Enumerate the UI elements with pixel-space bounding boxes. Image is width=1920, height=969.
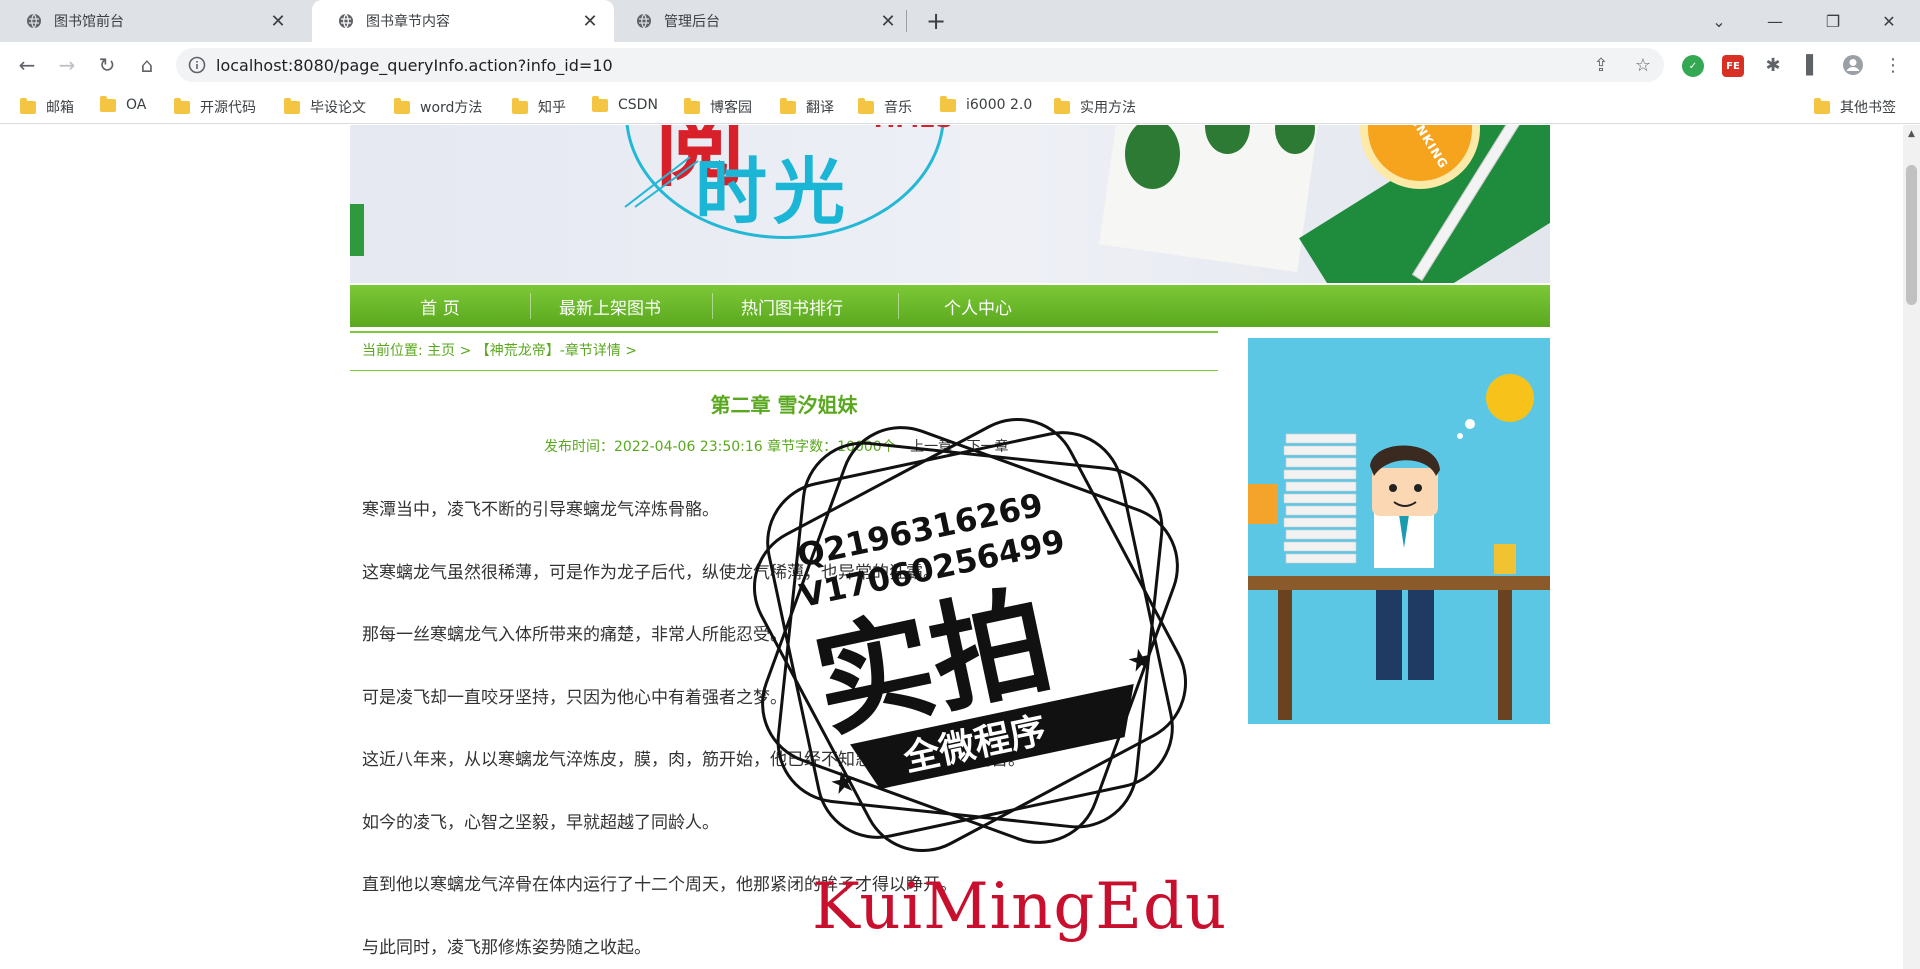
- content-paragraph: 直到他以寒螭龙气淬骨在体内运行了十二个周天，他那紧闭的眸子才得以睁开。: [362, 875, 957, 895]
- folder-icon: [592, 95, 608, 112]
- globe-icon: [27, 13, 41, 29]
- other-bookmarks[interactable]: 其他书签: [1814, 97, 1896, 117]
- content-paragraph: 这近八年来，从以寒螭龙气淬炼皮，膜，肉，筋开始，他已经不知忍受了多久这种痛苦。: [362, 750, 1025, 770]
- info-icon[interactable]: [188, 56, 206, 74]
- folder-icon: [940, 95, 956, 112]
- nav-personal-center[interactable]: 个人中心: [898, 285, 1058, 327]
- bookmark-item[interactable]: 开源代码: [174, 97, 256, 117]
- bookmark-item[interactable]: word方法: [394, 97, 482, 117]
- bookmark-item[interactable]: OA: [100, 95, 146, 113]
- tab-title: 管理后台: [664, 14, 720, 30]
- folder-icon: [284, 97, 300, 114]
- side-panel-icon[interactable]: ▌: [1798, 50, 1828, 80]
- banner-logo-char-blue: 时光: [695, 149, 852, 234]
- banner-green-tab: [350, 204, 364, 256]
- tab-title: 图书馆前台: [54, 14, 124, 30]
- shield-extension-icon[interactable]: ✓: [1682, 55, 1704, 77]
- content-paragraph: 这寒螭龙气虽然很稀薄，可是作为龙子后代，纵使龙气稀薄，也异常的狂霸。: [362, 562, 940, 583]
- share-icon[interactable]: ⇪: [1586, 50, 1616, 80]
- menu-kebab-icon[interactable]: ⋮: [1878, 50, 1908, 80]
- bookmark-item[interactable]: 博客园: [684, 97, 752, 117]
- chapter-title: 第二章 雪汐姐妹: [710, 393, 858, 417]
- folder-icon: [684, 97, 700, 114]
- restore-button[interactable]: ❐: [1810, 0, 1856, 42]
- folder-icon: [512, 97, 528, 114]
- reload-icon[interactable]: ↻: [92, 50, 122, 80]
- browser-tab-strip: 图书馆前台 ✕ 图书章节内容 ✕ 管理后台 ✕ + ⌄ — ❐ ✕: [0, 0, 1920, 42]
- scroll-up-arrow-icon[interactable]: ▲: [1903, 125, 1920, 142]
- folder-icon: [1054, 97, 1070, 114]
- minimize-button[interactable]: —: [1752, 0, 1798, 42]
- tab-chapter-content[interactable]: 图书章节内容 ✕: [312, 0, 614, 42]
- content-paragraph: 如今的凌飞，心智之坚毅，早就超越了同龄人。: [362, 812, 719, 833]
- folder-icon: [858, 97, 874, 114]
- bookmark-item[interactable]: 邮箱: [20, 97, 74, 117]
- bookmark-star-icon[interactable]: ☆: [1628, 50, 1658, 80]
- extensions-puzzle-icon[interactable]: ✱: [1758, 50, 1788, 80]
- breadcrumb-top-rule: [350, 331, 1218, 333]
- bookmark-item[interactable]: 音乐: [858, 97, 912, 117]
- page-viewport: 阅 TIMES 时光 THINKING 首 页 最新上架图书 热门图书排行 个人…: [0, 125, 1920, 969]
- forward-icon[interactable]: →: [52, 50, 82, 80]
- site-nav: 首 页 最新上架图书 热门图书排行 个人中心: [350, 285, 1550, 327]
- tab-search-button[interactable]: ⌄: [1696, 0, 1742, 42]
- bookmark-item[interactable]: CSDN: [592, 95, 658, 113]
- content-paragraph: 与此同时，凌飞那修炼姿势随之收起。: [362, 937, 651, 958]
- globe-icon: [339, 13, 353, 29]
- folder-icon: [20, 97, 36, 114]
- window-close-button[interactable]: ✕: [1866, 0, 1912, 42]
- url-text: localhost:8080/page_queryInfo.action?inf…: [216, 55, 613, 75]
- bookmarks-bar: 邮箱 OA 开源代码 毕设论文 word方法 知乎 CSDN 博客园 翻译 音乐…: [0, 88, 1920, 124]
- bookmark-item[interactable]: 实用方法: [1054, 97, 1136, 117]
- folder-icon: [394, 97, 410, 114]
- nav-home[interactable]: 首 页: [390, 285, 490, 327]
- fe-extension-icon[interactable]: FE: [1722, 55, 1744, 77]
- banner-logo-times: TIMES: [870, 125, 953, 133]
- new-tab-button[interactable]: +: [922, 7, 950, 35]
- folder-icon: [780, 97, 796, 114]
- tab-admin[interactable]: 管理后台 ✕: [610, 0, 912, 42]
- vertical-scrollbar[interactable]: ▲: [1903, 125, 1920, 969]
- content-paragraph: 寒潭当中，凌飞不断的引导寒螭龙气淬炼骨骼。: [362, 500, 719, 520]
- banner-stroke-decoration: [624, 156, 699, 208]
- next-chapter-link[interactable]: 下一章: [967, 439, 1009, 455]
- office-worker-illustration: [1248, 338, 1550, 724]
- globe-icon: [637, 13, 651, 29]
- breadcrumb[interactable]: 当前位置: 主页 > 【神荒龙帝】-章节详情 >: [362, 340, 637, 360]
- content-paragraph: 那每一丝寒螭龙气入体所带来的痛楚，非常人所能忍受。: [362, 625, 787, 645]
- folder-icon: [1814, 97, 1830, 114]
- tab-library-front[interactable]: 图书馆前台 ✕: [0, 0, 302, 42]
- back-icon[interactable]: ←: [12, 50, 42, 80]
- tab-divider: [906, 10, 907, 32]
- bookmark-item[interactable]: 翻译: [780, 97, 834, 117]
- chapter-meta: 发布时间：2022-04-06 23:50:16 章节字数：10000个 上一章…: [544, 436, 1009, 456]
- close-icon[interactable]: ✕: [268, 11, 288, 32]
- folder-icon: [100, 95, 116, 112]
- breadcrumb-bottom-rule: [350, 370, 1218, 371]
- banner-image: 阅 TIMES 时光 THINKING: [350, 125, 1550, 283]
- prev-chapter-link[interactable]: 上一章: [910, 439, 952, 455]
- tab-title: 图书章节内容: [366, 14, 450, 30]
- bookmark-item[interactable]: i6000 2.0: [940, 95, 1032, 113]
- profile-avatar-icon[interactable]: [1838, 50, 1868, 80]
- bookmark-item[interactable]: 知乎: [512, 97, 566, 117]
- folder-icon: [174, 97, 190, 114]
- browser-toolbar: ← → ↻ ⌂ localhost:8080/page_queryInfo.ac…: [0, 42, 1920, 88]
- nav-new-books[interactable]: 最新上架图书: [530, 285, 690, 327]
- sidebar-illustration: [1248, 338, 1550, 724]
- scroll-thumb[interactable]: [1906, 165, 1917, 305]
- bookmark-item[interactable]: 毕设论文: [284, 97, 366, 117]
- nav-hot-books[interactable]: 热门图书排行: [712, 285, 872, 327]
- chapter-content: 寒潭当中，凌飞不断的引导寒螭龙气淬炼骨骼。 这寒螭龙气虽然很稀薄，可是作为龙子后…: [362, 499, 1212, 969]
- chapter-meta-info: 发布时间：2022-04-06 23:50:16 章节字数：10000个: [544, 439, 896, 455]
- close-icon[interactable]: ✕: [878, 11, 898, 32]
- close-icon[interactable]: ✕: [580, 11, 600, 32]
- address-bar[interactable]: localhost:8080/page_queryInfo.action?inf…: [176, 48, 1664, 82]
- home-icon[interactable]: ⌂: [132, 50, 162, 80]
- content-paragraph: 可是凌飞却一直咬牙坚持，只因为他心中有着强者之梦。: [362, 687, 787, 708]
